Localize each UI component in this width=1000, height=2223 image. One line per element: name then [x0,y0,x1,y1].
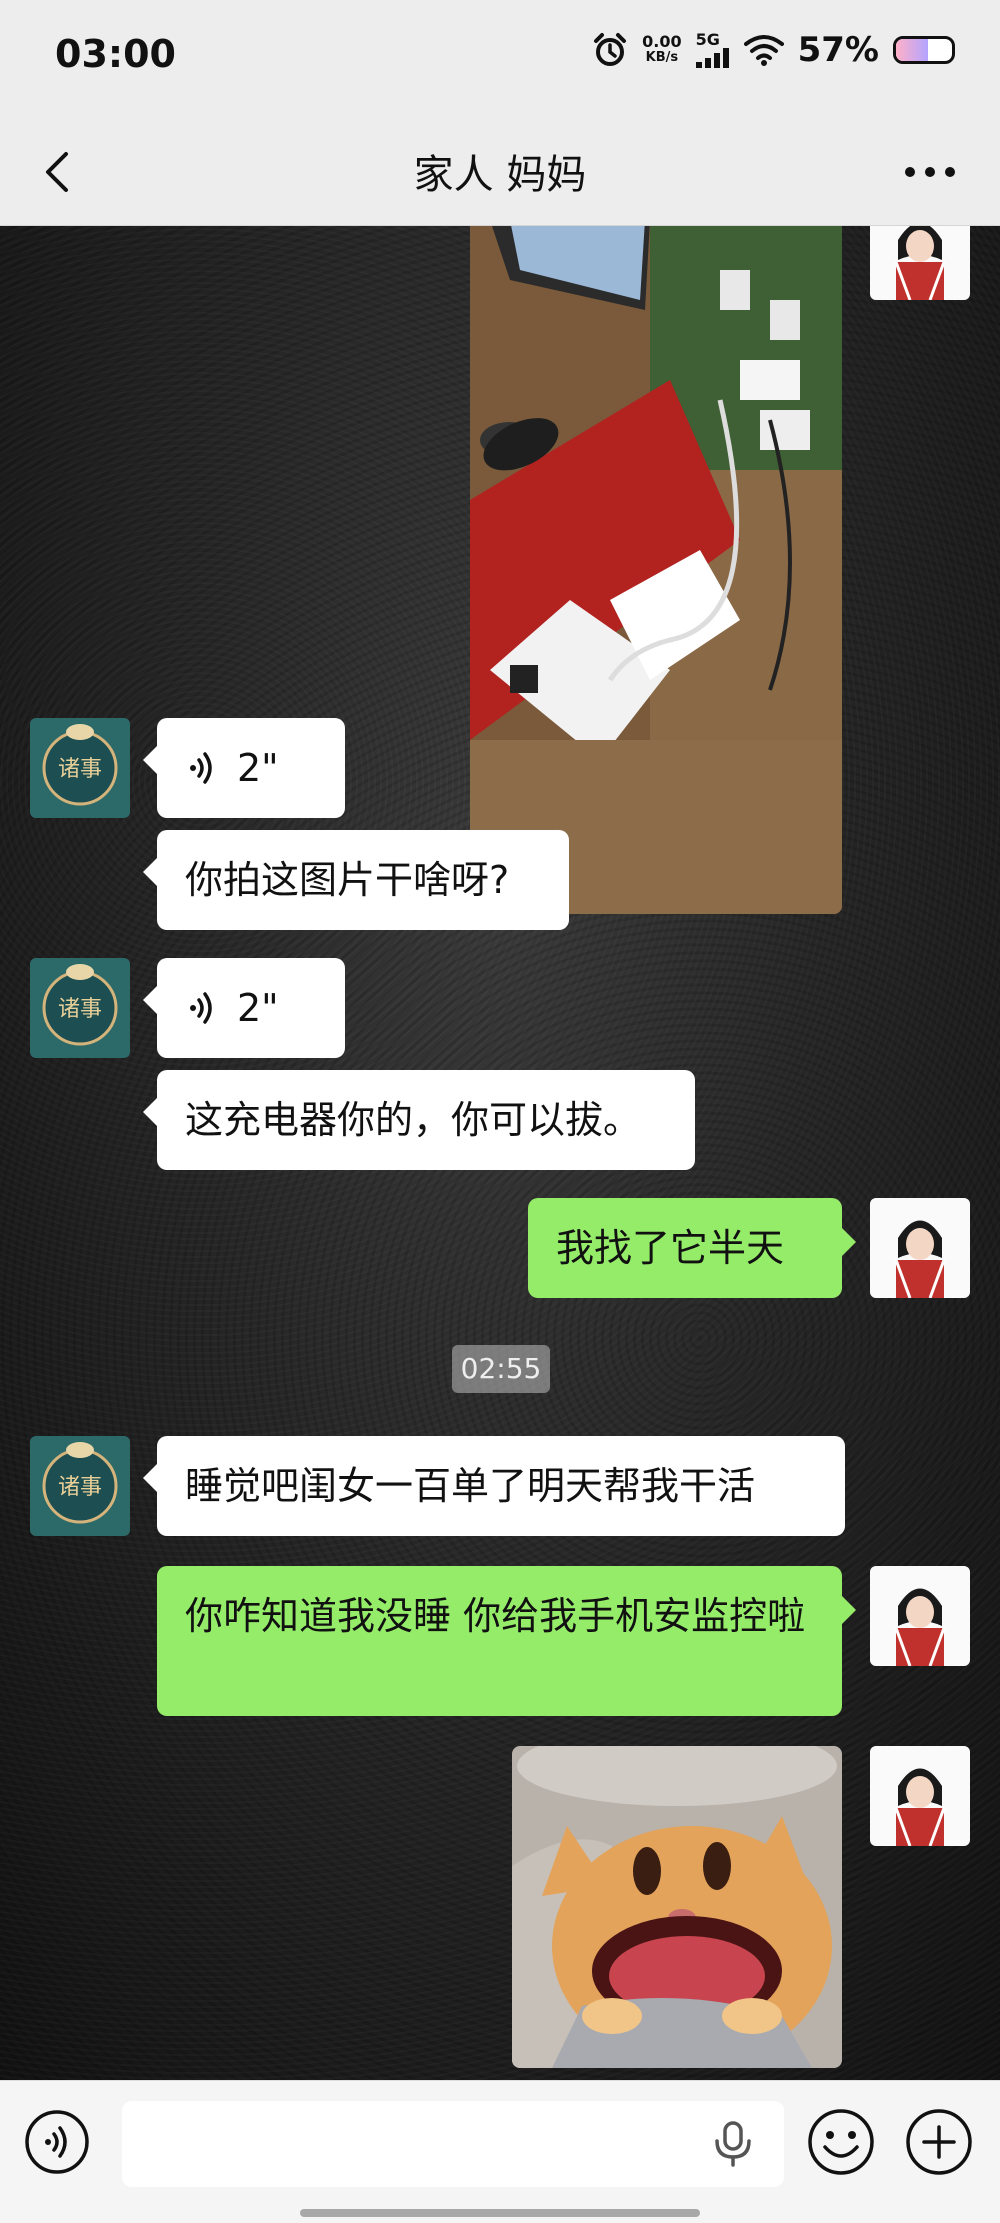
svg-text:诸事: 诸事 [58,997,102,1022]
net-rate-unit: KB/s [645,50,679,65]
girl-avatar-icon [870,1198,970,1298]
battery-icon [893,36,955,64]
lotus-avatar-icon: 诸事 [30,1436,130,1536]
status-time: 03:00 [55,32,176,76]
chat-title: 家人 妈妈 [413,152,587,198]
svg-text:诸事: 诸事 [58,1475,102,1500]
message-input[interactable] [122,2101,784,2187]
net-rate-value: 0.00 [642,32,682,51]
voice-message[interactable]: 2" [143,958,345,1058]
signal-icon [695,48,729,68]
desk-photo-image [470,226,842,914]
net-rate: 0.00 KB/s [642,34,681,66]
incoming-message[interactable]: 睡觉吧闺女一百单了明天帮我干活 [143,1436,845,1536]
alarm-icon [594,33,627,66]
mom-avatar[interactable]: 诸事 [30,958,130,1058]
lotus-avatar-icon: 诸事 [30,958,130,1058]
microphone-icon[interactable] [712,2121,754,2167]
incoming-message[interactable]: 这充电器你的，你可以拔。 [143,1070,695,1170]
input-bar [0,2080,1000,2223]
voice-duration: 2" [237,986,279,1030]
outgoing-message[interactable]: 你咋知道我没睡 你给我手机安监控啦 [157,1566,856,1716]
network-type: 5G [695,30,720,49]
status-bar: 03:00 0.00 KB/s 5G 57% [0,0,1000,120]
voice-duration: 2" [237,746,279,790]
add-more-icon[interactable] [904,2107,974,2177]
screaming-cat-image [512,1746,842,2068]
mom-avatar[interactable]: 诸事 [30,1436,130,1536]
cellular: 5G [695,30,730,68]
voice-wave-icon [190,752,212,784]
mom-avatar[interactable]: 诸事 [30,718,130,818]
battery-fill [896,39,928,61]
girl-avatar-icon [870,1566,970,1666]
battery-percent: 57% [797,30,879,70]
home-indicator[interactable] [300,2209,700,2217]
sent-cat-sticker[interactable] [512,1746,842,2068]
voice-wave-icon [190,992,212,1024]
incoming-message[interactable]: 你拍这图片干啥呀? [143,830,569,930]
my-avatar[interactable] [870,1746,970,1846]
voice-message[interactable]: 2" [143,718,345,818]
girl-avatar-icon [870,1746,970,1846]
chat-area[interactable]: 诸事 2" 你拍这图片干啥呀? 诸事 2" 这充电器你的，你可以拔。 我找了它半… [0,226,1000,2080]
emoji-icon[interactable] [806,2107,876,2177]
wifi-icon [743,35,784,66]
message-timestamp: 02:55 [452,1345,550,1393]
my-avatar[interactable] [870,1198,970,1298]
more-options-icon[interactable] [900,148,960,196]
outgoing-message[interactable]: 我找了它半天 [528,1198,856,1298]
my-avatar[interactable] [870,226,970,300]
my-avatar[interactable] [870,1566,970,1666]
status-icons: 0.00 KB/s 5G 57% [592,30,955,70]
girl-avatar-icon [870,226,970,300]
sent-photo-desk[interactable] [470,226,842,914]
lotus-avatar-icon: 诸事 [30,718,130,818]
voice-input-icon[interactable] [24,2109,90,2175]
chat-header: 家人 妈妈 [0,120,1000,226]
svg-text:诸事: 诸事 [58,757,102,782]
